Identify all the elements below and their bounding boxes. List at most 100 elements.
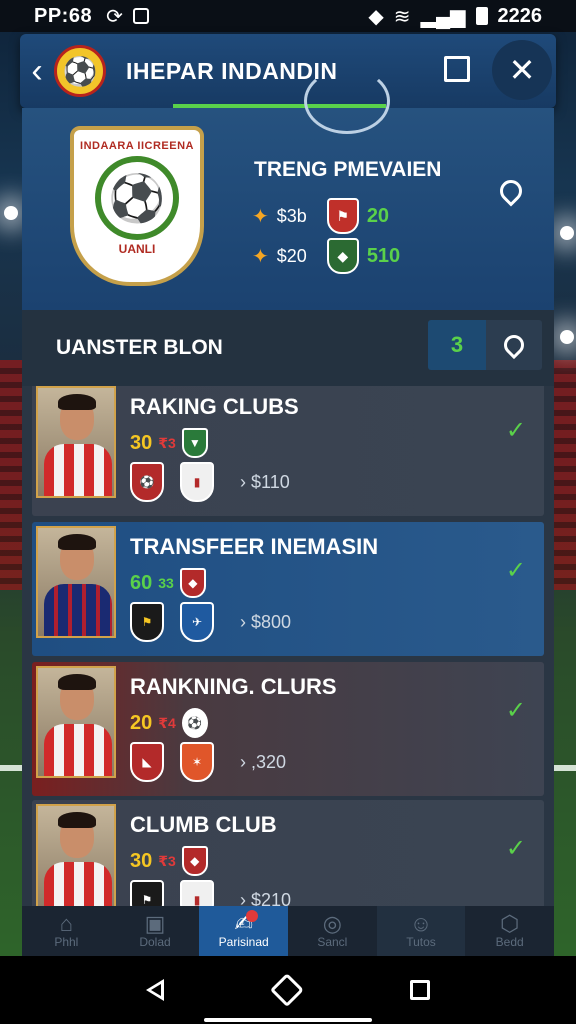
club-badge-icon: ◆ [326, 238, 359, 274]
player-portrait [36, 804, 116, 906]
battery-icon [475, 7, 488, 25]
transfer-section-header: UANSTER BLON 3 [22, 310, 554, 386]
transfer-fee: › ,320 [240, 752, 286, 773]
player-portrait [36, 666, 116, 778]
shirt-icon: ▣ [144, 911, 166, 936]
nav-tab-transfers[interactable]: ✍ Parisinad [199, 906, 289, 956]
shield-icon: ◆ [181, 846, 208, 876]
home-button-icon[interactable] [270, 973, 304, 1007]
club-badge-icon: ▮ [180, 462, 214, 502]
list-item[interactable]: RAKING CLUBS 30 ₹3 ▼ ⚽ ▮ › $110 ✓ [32, 386, 544, 516]
floodlight [560, 226, 574, 240]
home-icon: ⌂ [59, 911, 73, 936]
checkmark-icon: ✓ [505, 835, 526, 862]
stat-value: $20 [276, 245, 307, 266]
rank-value: 30 [130, 849, 153, 872]
system-navigation-bar [0, 956, 576, 1024]
club-profile-card: INDAARA IICREENA ⚽ UANLI TRENG PMEVAIEN … [22, 68, 554, 310]
fee-value: $210 [251, 890, 292, 906]
app-header: ‹ ⚽ IHEPAR INDANDIN ✕ [20, 34, 556, 108]
transfer-list: RAKING CLUBS 30 ₹3 ▼ ⚽ ▮ › $110 ✓ TRANSF… [22, 386, 554, 906]
rank-sub: ₹4 [158, 714, 176, 731]
club-badges: ◣ ✶ [130, 742, 214, 782]
crest-top-text: INDAARA IICREENA [80, 140, 194, 152]
recent-apps-icon[interactable] [410, 980, 431, 1000]
list-item[interactable]: CLUMB CLUB 30 ₹3 ◆ ⚑ ▮ › $210 ✓ [32, 800, 544, 906]
status-icons: ⟳ [106, 4, 149, 29]
signal-icon: ▂▄▆ [420, 5, 466, 28]
person-icon: ☺ [409, 911, 433, 936]
club-crest: INDAARA IICREENA ⚽ UANLI [70, 126, 204, 286]
stat-score: 510 [366, 244, 401, 267]
transfer-fee: › $110 [240, 472, 290, 493]
card-title: CLUMB CLUB [130, 812, 277, 837]
nav-tab-home[interactable]: ⌂ Phhl [22, 906, 111, 956]
nav-label: Tutos [406, 935, 436, 949]
location-pin-icon[interactable] [495, 175, 527, 207]
club-badge-icon: ⚑ [130, 602, 164, 642]
location-filter-button[interactable] [486, 320, 542, 370]
sparkle-icon: ✦ [252, 205, 269, 228]
list-item[interactable]: TRANSFEER INEMASIN 60 33 ◆ ⚑ ✈ › $800 ✓ [32, 522, 544, 656]
nav-tab-match[interactable]: ◎ Sancl [288, 906, 377, 956]
club-badge-icon: ⚽ [130, 462, 164, 502]
rank-value: 30 [130, 431, 153, 454]
chevron-right-icon: › [240, 612, 246, 632]
club-badge-icon: ⚑ [130, 880, 164, 906]
transfer-fee: › $210 [240, 890, 291, 906]
stat-value: $3b [276, 205, 307, 226]
club-badges: ⚑ ✈ [130, 602, 214, 642]
rank-value: 20 [130, 711, 153, 734]
stat-score: 20 [366, 204, 390, 227]
list-item[interactable]: RANKNING. CLURS 20 ₹4 ⚽ ◣ ✶ › ,320 ✓ [32, 662, 544, 796]
club-logo: ⚽ [54, 45, 106, 97]
nav-tab-profile[interactable]: ☺ Tutos [376, 906, 466, 956]
rank-value: 60 [130, 571, 153, 594]
back-arrow-icon[interactable]: ‹ [24, 54, 50, 88]
wifi-icon: ≋ [393, 5, 411, 28]
back-icon[interactable] [145, 979, 164, 1001]
fee-value: ,320 [251, 752, 287, 772]
profile-title: TRENG PMEVAIEN [254, 158, 442, 181]
decorative-arc [304, 68, 390, 134]
window-button[interactable] [444, 56, 470, 82]
nav-label: Sancl [317, 935, 348, 949]
player-portrait [36, 526, 116, 638]
sync-icon: ⟳ [106, 5, 123, 28]
nav-label: Phhl [54, 935, 79, 949]
checkmark-icon: ✓ [505, 697, 526, 724]
fee-value: $110 [251, 472, 290, 492]
close-icon: ✕ [508, 52, 536, 88]
card-rank: 20 ₹4 ⚽ [130, 708, 208, 738]
shield-icon: ▼ [181, 428, 208, 458]
bottom-navigation: ⌂ Phhl ▣ Dolad ✍ Parisinad ◎ Sancl ☺ Tut… [22, 906, 554, 956]
checkmark-icon: ✓ [505, 557, 526, 584]
club-badge-icon: ⚑ [326, 198, 359, 234]
status-bar: PP:68 ⟳ ◆ ≋ ▂▄▆ 2226 [0, 0, 576, 32]
status-left-text: PP:68 [34, 4, 93, 27]
chevron-right-icon: › [240, 752, 246, 772]
card-title: TRANSFEER INEMASIN [130, 534, 379, 559]
card-rank: 60 33 ◆ [130, 568, 206, 598]
player-portrait [36, 386, 116, 498]
card-rank: 30 ₹3 ▼ [130, 428, 208, 458]
rank-sub: ₹3 [158, 852, 176, 869]
ball-icon: ◎ [322, 911, 342, 936]
location-pin-icon [499, 330, 529, 360]
club-badge-icon: ◣ [130, 742, 164, 782]
crest-bottom-text: UANLI [118, 242, 156, 256]
chevron-right-icon: › [240, 472, 246, 492]
nav-tab-squad[interactable]: ▣ Dolad [111, 906, 200, 956]
nav-tab-store[interactable]: ⬡ Bedd [465, 906, 554, 956]
card-title: RAKING CLUBS [130, 394, 299, 419]
profile-stat-row: ✦ $20 ◆ 510 [252, 238, 400, 274]
box-icon: ⬡ [500, 911, 520, 936]
image-icon [132, 8, 149, 24]
nav-label: Bedd [495, 935, 524, 949]
card-title: RANKNING. CLURS [130, 674, 337, 699]
page-title: IHEPAR INDANDIN [126, 57, 338, 84]
close-button[interactable]: ✕ [492, 40, 552, 100]
section-count[interactable]: 3 [428, 320, 486, 370]
fee-value: $800 [251, 612, 292, 632]
chevron-right-icon: › [240, 890, 246, 906]
